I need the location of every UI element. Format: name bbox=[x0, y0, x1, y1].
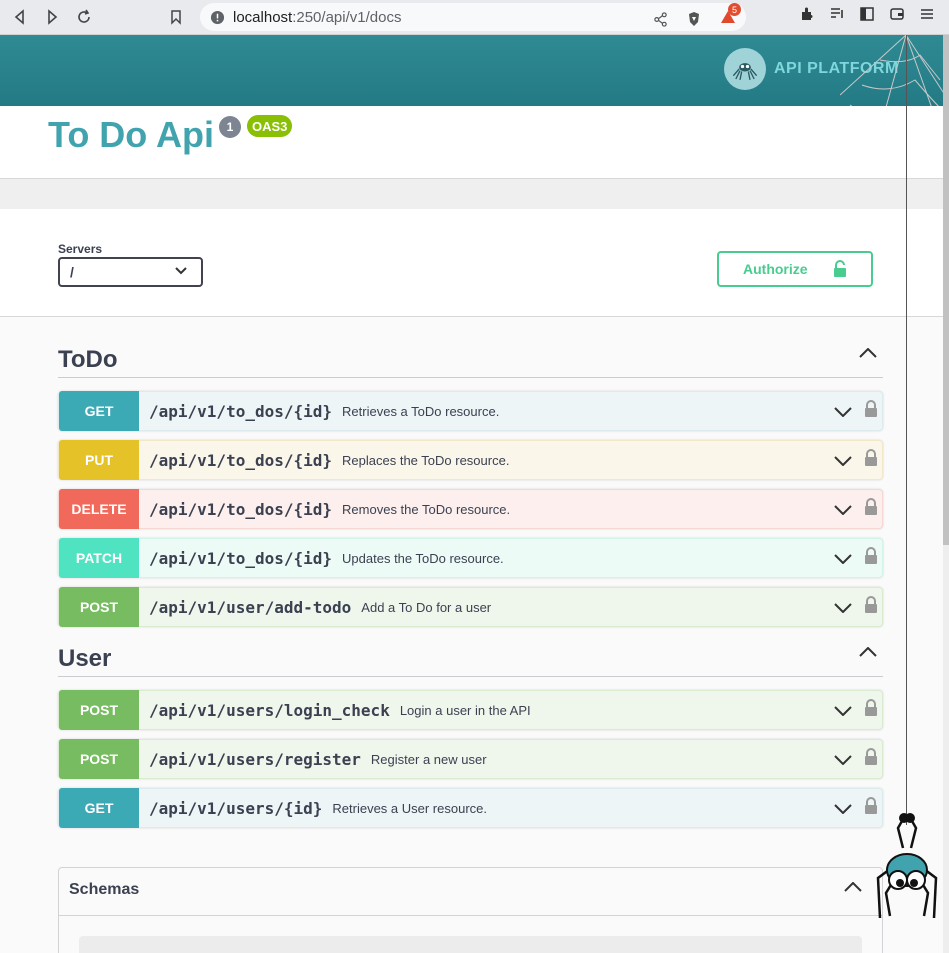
wallet-icon[interactable] bbox=[889, 6, 905, 22]
address-bar[interactable]: localhost:250/api/v1/docs 5 bbox=[200, 3, 746, 31]
spider-thread bbox=[906, 35, 907, 825]
chevron-up-icon[interactable] bbox=[859, 348, 877, 358]
rewards-badge: 5 bbox=[728, 3, 741, 16]
section-user[interactable]: User bbox=[58, 641, 883, 677]
url-path: :250/api/v1/docs bbox=[292, 8, 402, 26]
unlocked-lock-icon bbox=[834, 260, 846, 277]
operation-path: /api/v1/users/login_check bbox=[149, 700, 390, 720]
method-badge: GET bbox=[59, 788, 139, 828]
servers-label: Servers bbox=[58, 242, 103, 256]
lock-icon[interactable] bbox=[864, 400, 878, 418]
spider-mascot-icon bbox=[876, 813, 938, 919]
swagger-topbar: API PLATFORM bbox=[0, 35, 943, 106]
api-info: To Do Api 1 OAS3 bbox=[0, 106, 943, 179]
chevron-down-icon[interactable] bbox=[834, 706, 852, 716]
chevron-down-icon[interactable] bbox=[834, 505, 852, 515]
scrollbar-thumb[interactable] bbox=[943, 35, 949, 545]
operation-summary: Removes the ToDo resource. bbox=[342, 501, 511, 517]
authorize-label: Authorize bbox=[743, 261, 808, 277]
reload-button[interactable] bbox=[68, 1, 100, 33]
share-icon[interactable] bbox=[653, 11, 668, 27]
chevron-up-icon[interactable] bbox=[844, 882, 862, 892]
version-badge: 1 bbox=[219, 116, 241, 138]
operation-path: /api/v1/user/add-todo bbox=[149, 597, 352, 617]
url-host: localhost bbox=[233, 8, 293, 26]
playlist-icon[interactable] bbox=[829, 6, 845, 22]
spider-logo-icon bbox=[724, 48, 766, 90]
menu-icon[interactable] bbox=[919, 6, 935, 22]
forward-icon bbox=[48, 9, 58, 25]
operation-patch-todo[interactable]: PATCH /api/v1/to_dos/{id} Updates the To… bbox=[58, 538, 883, 578]
method-badge: POST bbox=[59, 739, 139, 779]
operation-delete-todo[interactable]: DELETE /api/v1/to_dos/{id} Removes the T… bbox=[58, 489, 883, 529]
operation-summary: Login a user in the API bbox=[399, 702, 531, 718]
section-title: ToDo bbox=[58, 346, 118, 373]
operation-summary: Retrieves a User resource. bbox=[332, 800, 488, 816]
info-divider bbox=[0, 179, 943, 209]
method-badge: DELETE bbox=[59, 489, 139, 529]
operation-get-user[interactable]: GET /api/v1/users/{id} Retrieves a User … bbox=[58, 788, 883, 828]
operation-put-todo[interactable]: PUT /api/v1/to_dos/{id} Replaces the ToD… bbox=[58, 440, 883, 480]
browser-toolbar: localhost:250/api/v1/docs 5 bbox=[0, 0, 949, 35]
reload-icon bbox=[78, 9, 90, 23]
bookmark-button[interactable] bbox=[160, 1, 192, 33]
lock-icon[interactable] bbox=[864, 699, 878, 717]
chevron-down-icon[interactable] bbox=[834, 804, 852, 814]
operation-summary: Register a new user bbox=[370, 751, 487, 767]
brave-rewards-icon[interactable]: 5 bbox=[720, 3, 741, 29]
method-badge: GET bbox=[59, 391, 139, 431]
operation-post-login-check[interactable]: POST /api/v1/users/login_check Login a u… bbox=[58, 690, 883, 730]
method-badge: PATCH bbox=[59, 538, 139, 578]
operation-summary: Retrieves a ToDo resource. bbox=[342, 403, 500, 419]
lock-icon[interactable] bbox=[864, 449, 878, 467]
operation-summary: Add a To Do for a user bbox=[361, 599, 492, 615]
operation-post-register[interactable]: POST /api/v1/users/register Register a n… bbox=[58, 739, 883, 779]
operation-get-todo[interactable]: GET /api/v1/to_dos/{id} Retrieves a ToDo… bbox=[58, 391, 883, 431]
schemas-title: Schemas bbox=[69, 881, 140, 898]
forward-button[interactable] bbox=[36, 1, 68, 33]
operation-summary: Replaces the ToDo resource. bbox=[342, 452, 510, 468]
extensions-icon[interactable] bbox=[799, 6, 815, 22]
chevron-down-icon[interactable] bbox=[834, 603, 852, 613]
operation-path: /api/v1/to_dos/{id} bbox=[149, 401, 333, 421]
operation-summary: Updates the ToDo resource. bbox=[342, 550, 504, 566]
method-badge: PUT bbox=[59, 440, 139, 480]
section-todo[interactable]: ToDo bbox=[58, 342, 883, 378]
back-button[interactable] bbox=[4, 1, 36, 33]
schema-model-row[interactable] bbox=[79, 936, 862, 953]
lock-icon[interactable] bbox=[864, 748, 878, 766]
chevron-down-icon bbox=[175, 267, 187, 275]
servers-select[interactable]: / bbox=[58, 257, 203, 287]
schemas-section: Schemas bbox=[58, 867, 883, 953]
operation-path: /api/v1/users/register bbox=[149, 749, 361, 769]
authorize-button[interactable]: Authorize bbox=[717, 251, 873, 287]
lock-icon[interactable] bbox=[864, 498, 878, 516]
scheme-container: Servers / Authorize bbox=[0, 209, 943, 317]
back-icon bbox=[14, 9, 24, 25]
schemas-header[interactable]: Schemas bbox=[59, 868, 882, 916]
sidebar-icon[interactable] bbox=[859, 6, 875, 22]
operation-path: /api/v1/to_dos/{id} bbox=[149, 499, 333, 519]
chevron-down-icon[interactable] bbox=[834, 456, 852, 466]
bookmark-icon bbox=[171, 10, 181, 25]
operation-path: /api/v1/to_dos/{id} bbox=[149, 450, 333, 470]
operation-path: /api/v1/to_dos/{id} bbox=[149, 548, 333, 568]
chevron-down-icon[interactable] bbox=[834, 554, 852, 564]
chevron-down-icon[interactable] bbox=[834, 755, 852, 765]
chevron-down-icon[interactable] bbox=[834, 407, 852, 417]
brave-shield-icon[interactable] bbox=[686, 11, 702, 27]
operation-post-add-todo[interactable]: POST /api/v1/user/add-todo Add a To Do f… bbox=[58, 587, 883, 627]
servers-selected-value: / bbox=[70, 264, 74, 280]
section-title: User bbox=[58, 645, 112, 672]
info-icon bbox=[210, 10, 225, 24]
chevron-up-icon[interactable] bbox=[859, 647, 877, 657]
operation-path: /api/v1/users/{id} bbox=[149, 798, 323, 818]
method-badge: POST bbox=[59, 690, 139, 730]
method-badge: POST bbox=[59, 587, 139, 627]
lock-icon[interactable] bbox=[864, 596, 878, 614]
lock-icon[interactable] bbox=[864, 547, 878, 565]
page-title: To Do Api bbox=[48, 114, 214, 155]
oas-badge: OAS3 bbox=[247, 115, 293, 137]
